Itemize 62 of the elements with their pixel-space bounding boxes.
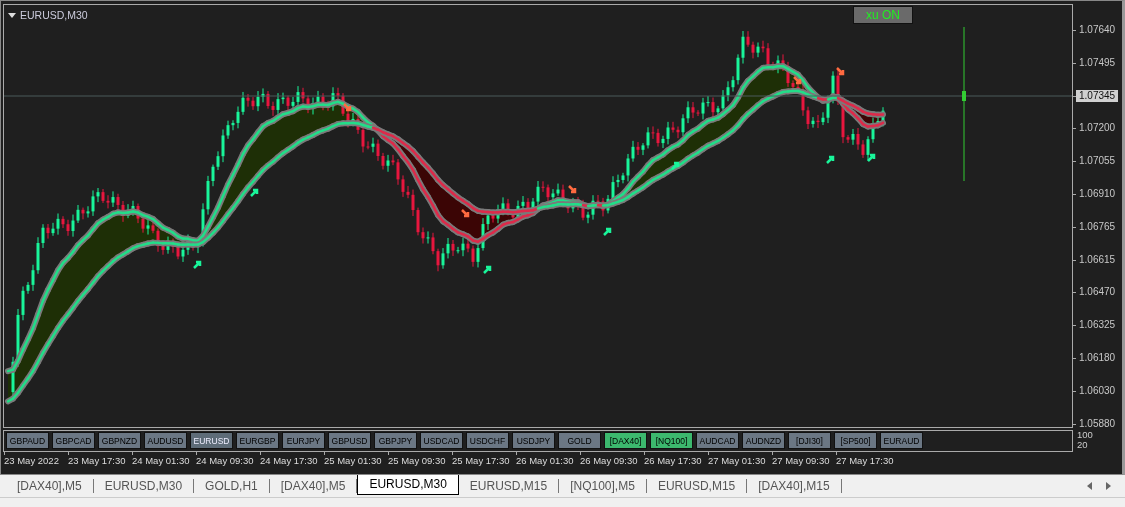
indicator-scale-label: 20 [1077,440,1089,450]
price-axis-label: 1.06615 [1079,253,1116,266]
symbol-button[interactable]: GBPUSD [328,432,371,449]
symbol-title: EURUSD,M30 [20,9,88,21]
symbol-button[interactable]: USDCHF [466,432,509,449]
symbol-button[interactable]: EURGBP [236,432,279,449]
time-axis-label: 27 May 01:30 [708,455,767,466]
symbol-button[interactable]: [SP500] [834,432,877,449]
current-price-label: 1.07345 [1076,89,1119,102]
price-axis-label: 1.06325 [1079,319,1116,332]
chart-tab[interactable]: EURUSD,M15 [646,479,748,493]
time-axis-label: 23 May 2022 [4,455,60,466]
price-axis-label: 1.06470 [1079,286,1116,299]
price-axis-label: 1.07200 [1079,122,1116,135]
chart-tab[interactable]: [DAX40],M5 [6,479,94,493]
time-axis-label: 27 May 17:30 [836,455,895,466]
price-axis-label: 1.07640 [1079,24,1116,36]
toggle-button[interactable]: xu ON [853,6,913,24]
symbol-button[interactable]: [NQ100] [650,432,693,449]
time-axis-label: 27 May 09:30 [772,455,831,466]
dropdown-triangle-icon[interactable] [8,12,16,18]
chart-tab[interactable]: EURUSD,M30 [93,479,195,493]
time-axis-label: 25 May 01:30 [324,455,383,466]
symbol-button[interactable]: GBPCAD [52,432,95,449]
time-axis-label: 24 May 09:30 [196,455,255,466]
symbol-button[interactable]: GOLD [558,432,601,449]
chart-tab[interactable]: [DAX40],M15 [747,479,842,493]
chart-tab[interactable]: EURUSD,M15 [458,479,560,493]
price-axis-label: 1.06910 [1079,188,1116,200]
price-axis-label: 1.06030 [1079,384,1116,397]
chart-tab[interactable]: GOLD,H1 [194,479,270,493]
chart-tab[interactable]: EURUSD,M30 [357,474,459,495]
symbol-button[interactable]: EURUSD [190,432,233,449]
symbol-button[interactable]: GBPAUD [6,432,49,449]
time-axis-label: 24 May 01:30 [132,455,191,466]
price-axis-label: 1.07495 [1079,56,1116,69]
symbol-button[interactable]: USDJPY [512,432,555,449]
chart-tab[interactable]: [NQ100],M5 [559,479,647,493]
time-axis-label: 24 May 17:30 [260,455,319,466]
price-axis-label: 1.06180 [1079,351,1116,364]
symbol-button[interactable]: AUDNZD [742,432,785,449]
time-axis-label: 23 May 17:30 [68,455,127,466]
time-axis-label: 26 May 09:30 [580,455,639,466]
symbol-button[interactable]: EURAUD [880,432,923,449]
scroll-right-icon[interactable] [1106,482,1111,490]
price-axis-label: 1.06765 [1079,220,1116,233]
symbol-button[interactable]: AUDUSD [144,432,187,449]
indicator-scale-label: 100 [1077,430,1093,440]
symbol-button[interactable]: USDCAD [420,432,463,449]
price-axis-label: 1.07055 [1079,155,1116,168]
time-axis-label: 26 May 01:30 [516,455,575,466]
symbol-button[interactable]: EURJPY [282,432,325,449]
symbol-button[interactable]: GBPJPY [374,432,417,449]
price-axis-label: 1.05880 [1079,417,1116,430]
time-axis-label: 25 May 17:30 [452,455,511,466]
scroll-left-icon[interactable] [1087,482,1092,490]
time-axis-label: 26 May 17:30 [644,455,703,466]
symbol-button[interactable]: [DJI30] [788,432,831,449]
symbol-button[interactable]: [DAX40] [604,432,647,449]
time-axis-label: 25 May 09:30 [388,455,447,466]
symbol-button[interactable]: AUDCAD [696,432,739,449]
symbol-button[interactable]: GBPNZD [98,432,141,449]
